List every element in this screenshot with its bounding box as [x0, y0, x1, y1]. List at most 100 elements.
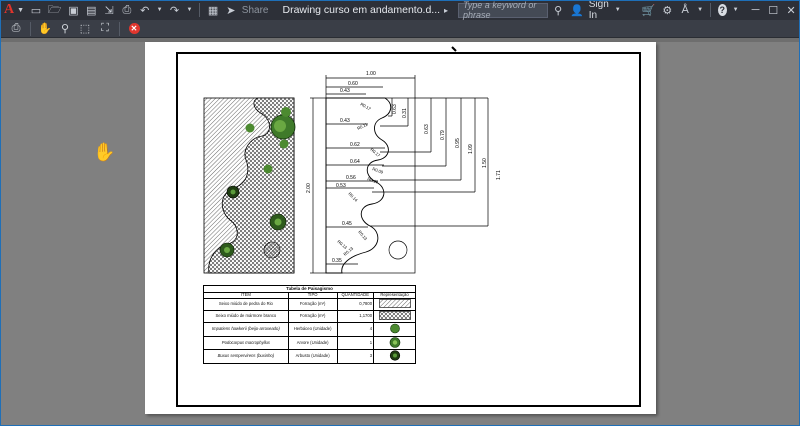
exchange-icon[interactable]: ⚙	[661, 2, 673, 18]
exchange-caret-icon[interactable]: ▼	[697, 2, 703, 18]
table-row: Impatiens hawkerii (beijo-arroxeado) Her…	[203, 322, 416, 337]
radius-1: R0.11	[356, 122, 369, 131]
dim-h-3: 0.62	[350, 142, 360, 148]
app-menu-caret-icon[interactable]: ▼	[17, 2, 24, 18]
title-bar: A ▼ ▭ 🗁 ▣ ▤ ⇲ ⎙ ↶ ▼ ↷ ▼ ▦ ➤ Share Drawin…	[0, 0, 800, 21]
workspace-icon[interactable]: ▦	[207, 2, 219, 18]
app-logo[interactable]: A	[4, 2, 14, 18]
table-row: Seixo miúdo de pedra do Rio Forração (m²…	[203, 298, 416, 311]
cell-qty: 1,1700	[336, 310, 375, 323]
radius-2: R0.17	[369, 147, 381, 158]
signin-caret-icon[interactable]: ▼	[615, 2, 621, 18]
pebble-swatch-icon	[378, 311, 411, 321]
cell-tipo: Forração (m²)	[287, 298, 338, 311]
herb-symbol-icon	[389, 323, 400, 334]
cell-rep	[373, 349, 416, 364]
help-icon[interactable]: ?	[717, 4, 727, 16]
dim-h-1: 0.43	[340, 88, 350, 94]
dimension-labels: 1.00 2.00 0.60 0.43 0.43 0.62 0.64 0.56 …	[306, 71, 502, 264]
planting-bed-plan	[203, 97, 296, 274]
cell-item: Seixo miúdo de pedra do Rio	[203, 298, 289, 311]
dim-v-1: 0.31	[402, 108, 408, 118]
drawing-svg: 1.00 2.00 0.60 0.43 0.43 0.62 0.64 0.56 …	[203, 46, 502, 274]
minimize-icon[interactable]: ─	[750, 2, 762, 18]
separator	[199, 3, 201, 17]
new-file-icon[interactable]: ▭	[30, 2, 42, 18]
close-preview-button[interactable]: ✕	[126, 22, 142, 36]
radius-3: R0.09	[372, 166, 385, 175]
separator	[119, 21, 120, 36]
print-preview-icon[interactable]: ⎙	[8, 22, 24, 36]
radius-5: R0.14	[347, 191, 359, 203]
pan-cursor-icon: ✋	[93, 142, 116, 162]
cell-qty: 3	[336, 349, 375, 364]
cell-qty: 1	[336, 335, 375, 351]
dim-v-6: 1.50	[482, 158, 488, 168]
tree-symbol-icon	[389, 336, 400, 348]
user-icon[interactable]: 👤	[570, 2, 584, 18]
cell-tipo: Forração (m²)	[287, 310, 338, 323]
cell-item: Buxus sempervirens (buxinho)	[203, 349, 289, 364]
cell-qty: 4	[336, 322, 375, 337]
cell-item: Podocarpus macrophyllus	[203, 335, 289, 351]
cell-rep	[373, 310, 416, 323]
undo-caret-icon[interactable]: ▼	[157, 2, 163, 18]
zoom-extents-icon[interactable]: ⛶	[97, 22, 113, 36]
dim-h-4: 0.64	[350, 159, 360, 165]
help-caret-icon[interactable]: ▼	[733, 2, 739, 18]
close-preview-icon[interactable]: ✕	[128, 23, 140, 34]
dim-top-width: 1.00	[366, 71, 376, 77]
cell-tipo: Arvore (Unidade)	[287, 335, 338, 351]
dim-v-4: 0.95	[455, 138, 461, 148]
dim-v-5: 1.09	[468, 144, 474, 154]
radius-4: R0.14	[367, 176, 380, 185]
cell-qty: 0,7800	[336, 298, 375, 311]
table-row: Podocarpus macrophyllus Arvore (Unidade)…	[203, 335, 416, 351]
app-window: A ▼ ▭ 🗁 ▣ ▤ ⇲ ⎙ ↶ ▼ ↷ ▼ ▦ ➤ Share Drawin…	[0, 0, 800, 426]
landscaping-table: Tabela de Paisagismo ITEM TIPO QUANTIDAD…	[203, 285, 416, 364]
redo-icon[interactable]: ↷	[169, 2, 181, 18]
save-as-icon[interactable]: ▤	[85, 2, 97, 18]
search-input[interactable]: Type a keyword or phrase	[457, 0, 549, 20]
zoom-realtime-icon[interactable]: ⚲	[57, 22, 73, 36]
print-icon[interactable]: ⎙	[121, 2, 133, 18]
close-window-icon[interactable]: ✕	[785, 2, 797, 18]
open-folder-icon[interactable]: 🗁	[48, 2, 62, 18]
cart-icon[interactable]: 🛒	[642, 2, 656, 18]
binoculars-icon[interactable]: ⚲	[552, 2, 564, 18]
save-icon[interactable]: ▣	[68, 2, 80, 18]
table-row: Seixo miúdo de mármore branco Forração (…	[203, 310, 416, 323]
redo-caret-icon[interactable]: ▼	[186, 2, 192, 18]
a360-icon[interactable]: Å	[679, 2, 691, 18]
table-row: Buxus sempervirens (buxinho) Arbusto (Un…	[203, 349, 416, 364]
dimension-plan	[310, 75, 489, 274]
radius-6: R0.13	[357, 229, 368, 241]
dim-h-2: 0.43	[340, 118, 350, 124]
document-title: Drawing curso em andamento.d...	[282, 4, 441, 16]
export-icon[interactable]: ⇲	[103, 2, 115, 18]
pan-hand-icon[interactable]: ✋	[37, 22, 53, 36]
cell-item: Impatiens hawkerii (beijo-arroxeado)	[203, 322, 289, 337]
sign-in-button[interactable]: Sign In	[589, 0, 612, 21]
hatch-swatch-icon	[378, 299, 411, 309]
dim-h-7: 0.45	[342, 221, 352, 227]
radius-0: R0.17	[360, 102, 373, 112]
cell-rep	[373, 335, 416, 351]
viewer-toolbar: ⎙ ✋ ⚲ ⬚ ⛶ ✕	[0, 20, 800, 38]
print-preview-canvas[interactable]: 1.00 2.00 0.60 0.43 0.43 0.62 0.64 0.56 …	[0, 42, 800, 426]
zoom-window-icon[interactable]: ⬚	[77, 22, 93, 36]
dim-v-2: 0.63	[424, 124, 430, 134]
cell-rep	[373, 322, 416, 337]
separator	[710, 3, 711, 17]
share-button[interactable]: Share	[242, 5, 269, 16]
dim-h-0: 0.60	[348, 81, 358, 87]
share-arrow-icon[interactable]: ➤	[225, 2, 237, 18]
frame-tick	[451, 46, 457, 52]
cell-tipo: Arbusto (Unidade)	[287, 349, 338, 364]
shrub-symbol-icon	[389, 350, 400, 361]
maximize-icon[interactable]: ☐	[767, 2, 779, 18]
cell-rep	[373, 298, 416, 311]
undo-icon[interactable]: ↶	[139, 2, 151, 18]
title-arrow-icon[interactable]: ▸	[443, 2, 449, 18]
separator	[30, 21, 31, 36]
